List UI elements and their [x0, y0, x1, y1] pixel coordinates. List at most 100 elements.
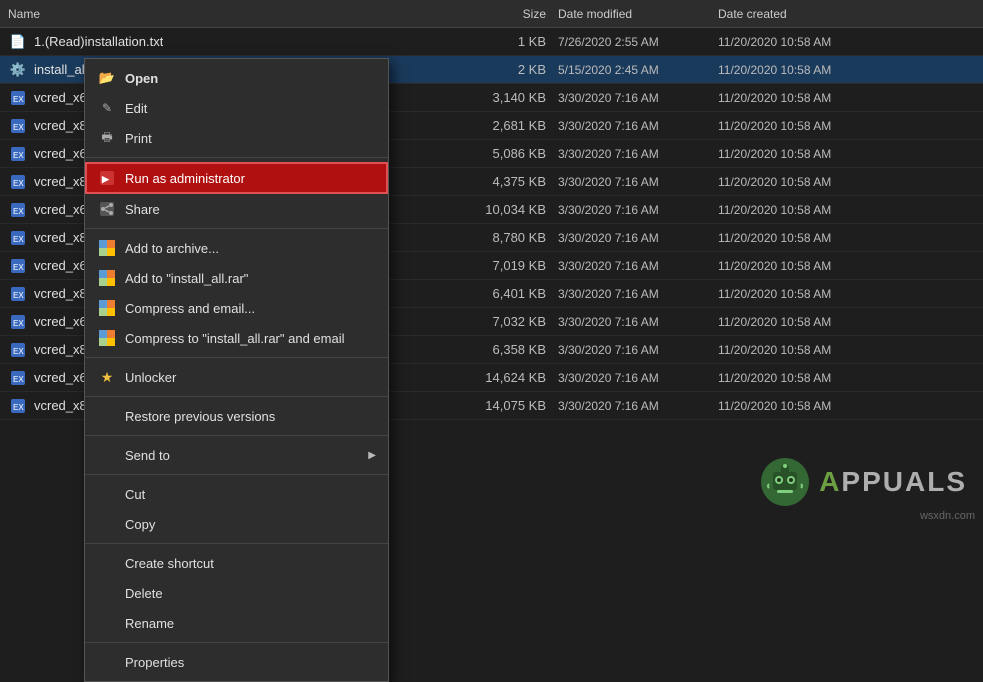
- menu-separator: [85, 396, 388, 397]
- menu-item-add_install[interactable]: Add to "install_all.rar": [85, 263, 388, 293]
- file-modified: 3/30/2020 7:16 AM: [558, 371, 718, 385]
- menu-label-rename: Rename: [125, 616, 174, 631]
- menu-item-compress_install_email[interactable]: Compress to "install_all.rar" and email: [85, 323, 388, 353]
- table-row[interactable]: 📄 1.(Read)installation.txt 1 KB 7/26/202…: [0, 28, 983, 56]
- file-size: 2,681 KB: [448, 118, 558, 133]
- menu-item-restore[interactable]: Restore previous versions: [85, 401, 388, 431]
- file-modified: 3/30/2020 7:16 AM: [558, 399, 718, 413]
- menu-item-compress_email[interactable]: Compress and email...: [85, 293, 388, 323]
- menu-item-delete[interactable]: Delete: [85, 578, 388, 608]
- menu-icon-delete: [97, 583, 117, 603]
- file-created: 11/20/2020 10:58 AM: [718, 175, 878, 189]
- menu-label-restore: Restore previous versions: [125, 409, 275, 424]
- appuals-mascot-icon: [759, 456, 811, 508]
- menu-label-compress_email: Compress and email...: [125, 301, 255, 316]
- file-name-text: 1.(Read)installation.txt: [34, 34, 163, 49]
- file-icon: EX: [8, 116, 28, 136]
- menu-item-cut[interactable]: Cut: [85, 479, 388, 509]
- menu-separator: [85, 228, 388, 229]
- menu-label-cut: Cut: [125, 487, 145, 502]
- header-name[interactable]: Name: [8, 7, 448, 21]
- svg-text:▶: ▶: [101, 174, 110, 184]
- file-created: 11/20/2020 10:58 AM: [718, 63, 878, 77]
- file-modified: 7/26/2020 2:55 AM: [558, 35, 718, 49]
- menu-item-open[interactable]: 📂Open: [85, 63, 388, 93]
- menu-separator: [85, 157, 388, 158]
- menu-icon-rename: [97, 613, 117, 633]
- file-modified: 3/30/2020 7:16 AM: [558, 315, 718, 329]
- menu-item-create_shortcut[interactable]: Create shortcut: [85, 548, 388, 578]
- file-size: 7,019 KB: [448, 258, 558, 273]
- file-icon: EX: [8, 284, 28, 304]
- menu-item-print[interactable]: 🖶Print: [85, 123, 388, 153]
- file-modified: 3/30/2020 7:16 AM: [558, 231, 718, 245]
- file-size: 7,032 KB: [448, 314, 558, 329]
- file-list-header: Name Size Date modified Date created: [0, 0, 983, 28]
- file-size: 14,075 KB: [448, 398, 558, 413]
- file-icon: EX: [8, 200, 28, 220]
- menu-icon-open: 📂: [97, 68, 117, 88]
- menu-label-create_shortcut: Create shortcut: [125, 556, 214, 571]
- file-icon: EX: [8, 172, 28, 192]
- menu-icon-add_install: [97, 268, 117, 288]
- menu-separator: [85, 474, 388, 475]
- svg-text:EX: EX: [13, 319, 24, 328]
- menu-item-add_archive[interactable]: Add to archive...: [85, 233, 388, 263]
- svg-text:EX: EX: [13, 95, 24, 104]
- file-modified: 3/30/2020 7:16 AM: [558, 259, 718, 273]
- menu-item-rename[interactable]: Rename: [85, 608, 388, 638]
- menu-icon-add_archive: [97, 238, 117, 258]
- svg-text:EX: EX: [13, 179, 24, 188]
- file-created: 11/20/2020 10:58 AM: [718, 259, 878, 273]
- menu-item-share[interactable]: Share: [85, 194, 388, 224]
- menu-label-run_admin: Run as administrator: [125, 171, 245, 186]
- svg-text:EX: EX: [13, 347, 24, 356]
- svg-text:EX: EX: [13, 403, 24, 412]
- menu-item-copy[interactable]: Copy: [85, 509, 388, 539]
- svg-text:EX: EX: [13, 123, 24, 132]
- menu-icon-create_shortcut: [97, 553, 117, 573]
- menu-icon-compress_install_email: [97, 328, 117, 348]
- file-modified: 3/30/2020 7:16 AM: [558, 91, 718, 105]
- menu-item-edit[interactable]: ✎Edit: [85, 93, 388, 123]
- menu-label-properties: Properties: [125, 655, 184, 670]
- file-icon: EX: [8, 312, 28, 332]
- menu-item-properties[interactable]: Properties: [85, 647, 388, 677]
- file-modified: 3/30/2020 7:16 AM: [558, 147, 718, 161]
- file-icon: EX: [8, 144, 28, 164]
- menu-label-compress_install_email: Compress to "install_all.rar" and email: [125, 331, 344, 346]
- menu-label-add_install: Add to "install_all.rar": [125, 271, 248, 286]
- menu-icon-unlocker: ★: [97, 367, 117, 387]
- menu-item-send_to[interactable]: Send to▶: [85, 440, 388, 470]
- file-created: 11/20/2020 10:58 AM: [718, 203, 878, 217]
- file-icon: EX: [8, 396, 28, 416]
- file-size: 8,780 KB: [448, 230, 558, 245]
- menu-icon-edit: ✎: [97, 98, 117, 118]
- menu-icon-properties: [97, 652, 117, 672]
- menu-separator: [85, 543, 388, 544]
- file-size: 1 KB: [448, 34, 558, 49]
- header-size[interactable]: Size: [448, 7, 558, 21]
- file-modified: 3/30/2020 7:16 AM: [558, 175, 718, 189]
- file-modified: 3/30/2020 7:16 AM: [558, 287, 718, 301]
- file-size: 6,358 KB: [448, 342, 558, 357]
- menu-label-add_archive: Add to archive...: [125, 241, 219, 256]
- menu-icon-print: 🖶: [97, 128, 117, 148]
- menu-item-run_admin[interactable]: ▶ Run as administrator: [85, 162, 388, 194]
- file-created: 11/20/2020 10:58 AM: [718, 35, 878, 49]
- file-created: 11/20/2020 10:58 AM: [718, 315, 878, 329]
- menu-label-share: Share: [125, 202, 160, 217]
- file-created: 11/20/2020 10:58 AM: [718, 147, 878, 161]
- file-icon: EX: [8, 368, 28, 388]
- menu-separator: [85, 642, 388, 643]
- header-created[interactable]: Date created: [718, 7, 878, 21]
- file-modified: 5/15/2020 2:45 AM: [558, 63, 718, 77]
- header-modified[interactable]: Date modified: [558, 7, 718, 21]
- menu-label-copy: Copy: [125, 517, 155, 532]
- svg-text:EX: EX: [13, 151, 24, 160]
- file-created: 11/20/2020 10:58 AM: [718, 119, 878, 133]
- svg-text:EX: EX: [13, 263, 24, 272]
- watermark-text: APPUALS: [819, 466, 967, 498]
- file-icon: 📄: [8, 32, 28, 52]
- menu-item-unlocker[interactable]: ★Unlocker: [85, 362, 388, 392]
